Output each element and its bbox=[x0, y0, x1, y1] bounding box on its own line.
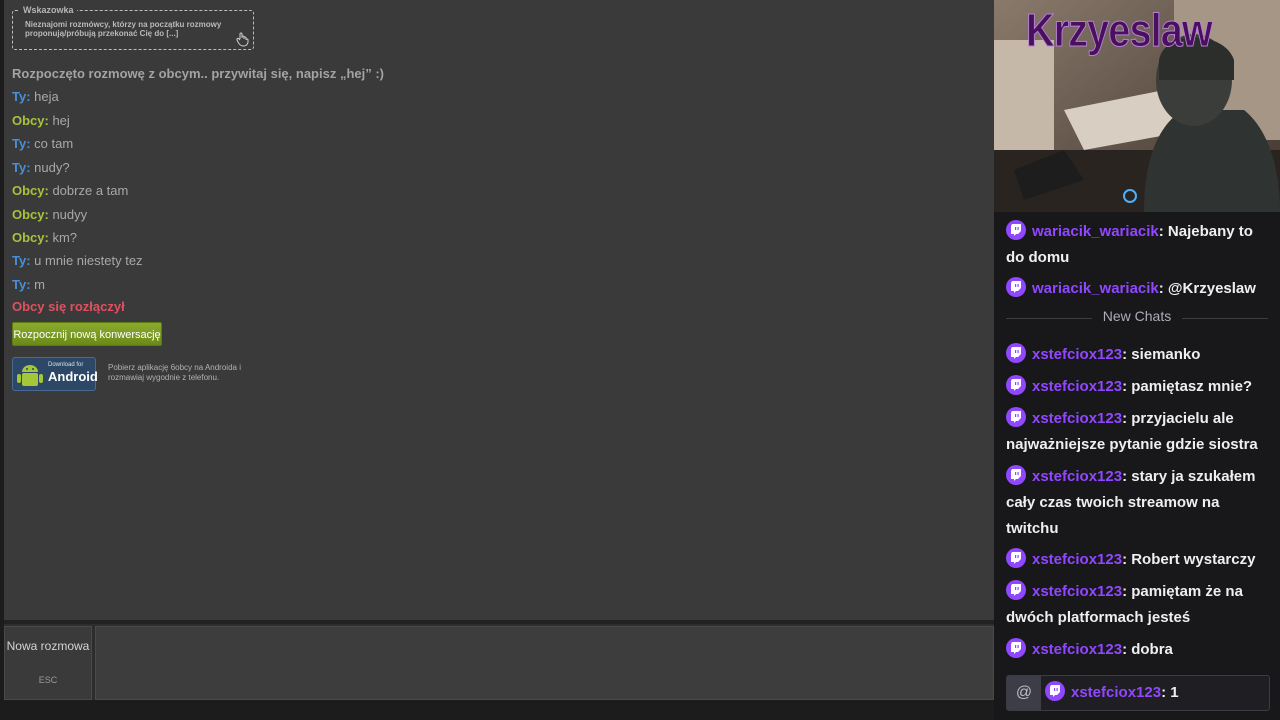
message-text: dobrze a tam bbox=[48, 183, 129, 198]
pinned-message[interactable]: @ xstefciox123: 1 bbox=[1006, 675, 1270, 711]
twitch-chat-message: xstefciox123: siemanko bbox=[1006, 342, 1272, 368]
hand-pointer-icon[interactable] bbox=[235, 31, 251, 47]
chat-username[interactable]: xstefciox123 bbox=[1032, 468, 1122, 485]
sender-label: Obcy: bbox=[12, 207, 49, 222]
streamer-name-overlay: Krzyeslaw bbox=[1026, 4, 1213, 57]
new-chats-divider: New Chats bbox=[1006, 308, 1268, 328]
sender-label: Obcy: bbox=[12, 113, 49, 128]
twitch-badge-icon bbox=[1006, 407, 1026, 428]
disconnect-message: Obcy się rozłączył bbox=[12, 299, 125, 314]
sender-label: Ty: bbox=[12, 89, 31, 104]
twitch-chat-message: wariacik_wariacik: @Krzyeslaw bbox=[1006, 276, 1272, 302]
twitch-badge-icon bbox=[1045, 681, 1065, 702]
chat-text: : pamiętasz mnie? bbox=[1122, 378, 1253, 395]
chat-area: Wskazowka Nieznajomi rozmówcy, którzy na… bbox=[4, 0, 994, 620]
at-icon[interactable]: @ bbox=[1007, 676, 1041, 710]
chat-message: Ty: u mnie niestety tez bbox=[12, 253, 143, 268]
chat-username[interactable]: xstefciox123 bbox=[1032, 410, 1122, 427]
sender-label: Ty: bbox=[12, 160, 31, 175]
chat-message: Ty: nudy? bbox=[12, 160, 70, 175]
twitch-chat-message: xstefciox123: dobra bbox=[1006, 637, 1272, 663]
esc-shortcut-label: ESC bbox=[38, 675, 58, 685]
chat-message: Obcy: nudyy bbox=[12, 207, 87, 222]
twitch-chat-message: wariacik_wariacik: Najebany to do domu bbox=[1006, 219, 1272, 271]
sender-label: Obcy: bbox=[12, 230, 49, 245]
android-download-badge[interactable]: Download for Android bbox=[12, 357, 98, 391]
chat-message: Obcy: km? bbox=[12, 230, 77, 245]
twitch-badge-icon bbox=[1006, 638, 1026, 659]
twitch-chat-message: xstefciox123: pamiętasz mnie? bbox=[1006, 374, 1272, 400]
chat-text: : dobra bbox=[1122, 641, 1173, 658]
twitch-badge-icon bbox=[1006, 277, 1026, 298]
sender-label: Obcy: bbox=[12, 183, 49, 198]
new-conversation-button[interactable]: Rozpocznij nową konwersację bbox=[12, 322, 162, 346]
chat-username[interactable]: xstefciox123 bbox=[1032, 641, 1122, 658]
message-text: heja bbox=[30, 89, 59, 104]
new-chats-label: New Chats bbox=[1102, 308, 1172, 324]
hint-legend: Wskazowka bbox=[20, 5, 77, 15]
message-text: hej bbox=[48, 113, 70, 128]
bottom-bar: Nowa rozmowa ESC bbox=[4, 624, 994, 700]
message-text: m bbox=[30, 277, 45, 292]
twitch-chat-message: xstefciox123: pamiętam że na dwóch platf… bbox=[1006, 579, 1272, 631]
chat-username[interactable]: xstefciox123 bbox=[1032, 378, 1122, 395]
chat-message: Obcy: hej bbox=[12, 113, 70, 128]
twitch-chat-panel: wariacik_wariacik: Najebany to do domu w… bbox=[994, 212, 1280, 720]
chat-username[interactable]: xstefciox123 bbox=[1032, 346, 1122, 363]
chat-message: Obcy: dobrze a tam bbox=[12, 183, 128, 198]
hint-text: Nieznajomi rozmówcy, którzy na początku … bbox=[25, 20, 222, 38]
chat-message: Ty: heja bbox=[12, 89, 59, 104]
chat-message: Ty: m bbox=[12, 277, 45, 292]
chat-message: Ty: co tam bbox=[12, 136, 73, 151]
twitch-badge-icon bbox=[1006, 220, 1026, 241]
twitch-badge-icon bbox=[1006, 548, 1026, 569]
android-badge-title: Android bbox=[48, 369, 98, 384]
android-badge-small-text: Download for bbox=[48, 362, 84, 368]
chat-username[interactable]: wariacik_wariacik bbox=[1032, 280, 1159, 297]
message-text: nudyy bbox=[48, 207, 88, 222]
message-input[interactable] bbox=[95, 626, 994, 700]
app-promo-text: Pobierz aplikację 6obcy na Androida i ro… bbox=[108, 363, 241, 382]
chat-username[interactable]: xstefciox123 bbox=[1032, 551, 1122, 568]
message-text: co tam bbox=[30, 136, 74, 151]
pinned-message-line: xstefciox123: 1 bbox=[1045, 680, 1179, 706]
twitch-chat-message: xstefciox123: stary ja szukałem cały cza… bbox=[1006, 464, 1272, 542]
new-chat-label: Nowa rozmowa bbox=[6, 639, 90, 653]
twitch-chat-message: xstefciox123: Robert wystarczy bbox=[1006, 547, 1272, 573]
twitch-badge-icon bbox=[1006, 465, 1026, 486]
divider-line bbox=[1182, 318, 1268, 319]
webcam-overlay: Krzyeslaw bbox=[994, 0, 1280, 212]
twitch-badge-icon bbox=[1006, 375, 1026, 396]
twitch-chat-message: xstefciox123: przyjacielu ale najważniej… bbox=[1006, 406, 1272, 458]
android-icon bbox=[17, 365, 43, 386]
twitch-badge-icon bbox=[1006, 580, 1026, 601]
chat-username[interactable]: xstefciox123 bbox=[1071, 684, 1161, 701]
conversation-start-message: Rozpoczęto rozmowę z obcym.. przywitaj s… bbox=[12, 66, 385, 81]
chat-text: : siemanko bbox=[1122, 346, 1201, 363]
message-text: u mnie niestety tez bbox=[30, 253, 143, 268]
message-text: km? bbox=[48, 230, 78, 245]
chat-text: : Robert wystarczy bbox=[1122, 551, 1256, 568]
sender-label: Ty: bbox=[12, 277, 31, 292]
chat-username[interactable]: xstefciox123 bbox=[1032, 583, 1122, 600]
hint-box[interactable]: Wskazowka Nieznajomi rozmówcy, którzy na… bbox=[12, 5, 254, 50]
chat-text: : @Krzyeslaw bbox=[1158, 280, 1256, 297]
message-text: nudy? bbox=[30, 160, 70, 175]
twitch-badge-icon bbox=[1006, 343, 1026, 364]
new-chat-button[interactable]: Nowa rozmowa ESC bbox=[4, 626, 92, 700]
chat-username[interactable]: wariacik_wariacik bbox=[1032, 223, 1159, 240]
sender-label: Ty: bbox=[12, 136, 31, 151]
sender-label: Ty: bbox=[12, 253, 31, 268]
chat-text: : 1 bbox=[1161, 684, 1179, 701]
